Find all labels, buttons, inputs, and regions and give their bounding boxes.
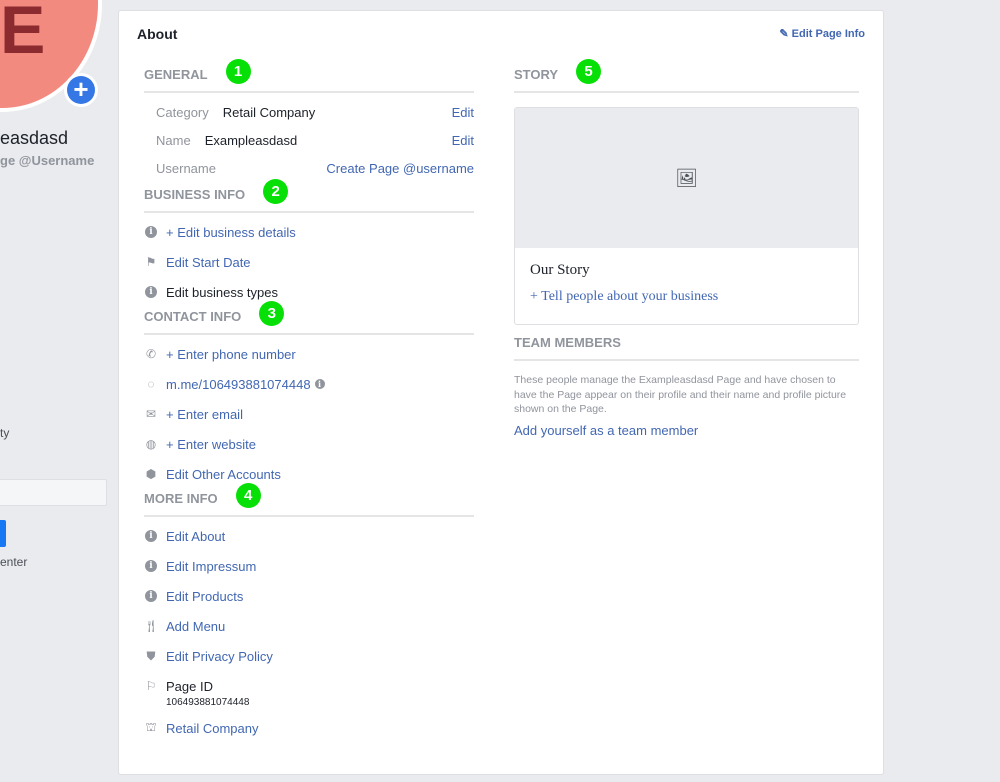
sidebar-input[interactable] — [0, 479, 107, 506]
number-badge: 3 — [259, 301, 285, 327]
page-username-link[interactable]: ge @Username — [0, 153, 94, 168]
number-badge: 4 — [235, 483, 261, 509]
pencil-icon: ✎ — [779, 28, 792, 40]
section-story: STORY 5 — [514, 59, 859, 93]
item-label: + Enter website — [166, 436, 256, 452]
cube-icon: ⬢ — [145, 467, 157, 481]
section-more-info: MORE INFO 4 — [144, 483, 474, 517]
page-id-value: 106493881074448 — [166, 697, 250, 708]
add-photo-icon: 🖼︎ — [675, 167, 698, 188]
fork-knife-icon: 🍴︎ — [143, 619, 159, 633]
category-row: Category Retail Company Edit — [144, 97, 474, 127]
item-label: + Enter email — [166, 406, 243, 422]
item-label: + Edit business details — [166, 224, 296, 240]
phone-icon: ✆ — [145, 347, 157, 361]
edit-name-link[interactable]: Edit — [452, 133, 474, 148]
info-icon: i — [145, 590, 157, 602]
number-badge: 2 — [263, 179, 289, 205]
info-icon: i — [145, 226, 157, 238]
section-business-info: BUSINESS INFO 2 — [144, 179, 474, 213]
globe-icon: ◍ — [145, 437, 157, 451]
sidebar-text[interactable]: ty — [0, 426, 9, 440]
item-label: Edit Start Date — [166, 254, 251, 270]
edit-about-link[interactable]: i Edit About — [144, 521, 474, 551]
edit-products-link[interactable]: i Edit Products — [144, 581, 474, 611]
edit-category-link[interactable]: Edit — [452, 105, 474, 120]
enter-email-link[interactable]: ✉ + Enter email — [144, 399, 474, 429]
team-description: These people manage the Exampleasdasd Pa… — [514, 374, 847, 415]
name-label: Name — [156, 132, 191, 148]
info-icon: i — [145, 560, 157, 572]
section-contact-info: CONTACT INFO 3 — [144, 301, 474, 335]
messenger-icon: ◌ — [147, 377, 155, 391]
flag-outline-icon: ⚐ — [145, 679, 157, 693]
item-label: Edit Privacy Policy — [166, 648, 273, 664]
section-heading: BUSINESS INFO — [144, 187, 246, 202]
info-icon[interactable]: i — [314, 379, 325, 389]
about-card: About ✎ Edit Page Info GENERAL 1 Category… — [118, 10, 884, 775]
section-team-members: TEAM MEMBERS — [514, 335, 859, 361]
edit-page-info-label: Edit Page Info — [791, 28, 865, 40]
section-heading: MORE INFO — [144, 491, 218, 506]
store-icon: ⛫ — [145, 720, 157, 734]
edit-business-details-link[interactable]: i + Edit business details — [144, 217, 474, 247]
info-icon: i — [145, 286, 157, 298]
section-heading: CONTACT INFO — [144, 309, 242, 324]
envelope-icon: ✉ — [145, 407, 157, 421]
page-title: About — [137, 26, 178, 42]
messenger-link[interactable]: ◌ m.me/106493881074448 i — [144, 369, 474, 399]
item-label: Add Menu — [166, 618, 226, 634]
page-name: easdasd — [0, 128, 69, 148]
sidebar-text[interactable]: enter — [0, 555, 27, 569]
item-label: Edit Impressum — [166, 558, 257, 574]
edit-impressum-link[interactable]: i Edit Impressum — [144, 551, 474, 581]
item-label: Edit About — [166, 528, 226, 544]
number-badge: 1 — [225, 59, 251, 85]
edit-start-date-link[interactable]: ⚑ Edit Start Date — [144, 247, 474, 277]
flag-icon: ⚑ — [145, 255, 157, 269]
item-label: Retail Company — [166, 720, 259, 736]
info-icon: i — [145, 530, 157, 542]
add-team-member-link[interactable]: Add yourself as a team member — [514, 423, 859, 438]
enter-website-link[interactable]: ◍ + Enter website — [144, 429, 474, 459]
name-row: Name Exampleasdasd Edit — [144, 127, 474, 153]
username-label: Username — [156, 160, 216, 176]
username-row: Username Create Page @username — [144, 153, 474, 183]
page-id-label: Page ID — [166, 678, 213, 694]
tell-story-link[interactable]: + Tell people about your business — [515, 279, 858, 305]
edit-business-types-link[interactable]: i Edit business types — [144, 277, 474, 307]
item-label: Edit Products — [166, 588, 244, 604]
section-general: GENERAL 1 — [144, 59, 474, 93]
item-label: Edit Other Accounts — [166, 466, 281, 482]
number-badge: 5 — [576, 59, 602, 85]
section-heading: TEAM MEMBERS — [514, 335, 621, 350]
story-image-placeholder[interactable]: 🖼︎ — [515, 108, 858, 248]
category-label: Category — [156, 104, 209, 120]
section-heading: GENERAL — [144, 67, 208, 82]
item-label: m.me/106493881074448 — [166, 376, 311, 392]
add-photo-button[interactable]: + — [64, 73, 98, 107]
edit-other-accounts-link[interactable]: ⬢ Edit Other Accounts — [144, 459, 474, 489]
avatar-letter: E — [0, 0, 46, 68]
item-label: + Enter phone number — [166, 346, 296, 362]
add-menu-link[interactable]: 🍴︎ Add Menu — [143, 611, 474, 641]
enter-phone-link[interactable]: ✆ + Enter phone number — [144, 339, 474, 369]
plus-icon: + — [67, 76, 95, 104]
create-username-link[interactable]: Create Page @username — [326, 161, 474, 176]
sidebar-button[interactable] — [0, 520, 6, 547]
edit-page-info-link[interactable]: ✎ Edit Page Info — [779, 27, 865, 40]
name-value: Exampleasdasd — [204, 132, 298, 148]
section-heading: STORY — [514, 67, 559, 82]
story-title: Our Story — [530, 262, 590, 278]
category-link[interactable]: ⛫ Retail Company — [144, 713, 474, 743]
category-value: Retail Company — [222, 104, 316, 120]
story-card[interactable]: 🖼︎ Our Story + Tell people about your bu… — [514, 107, 859, 325]
edit-privacy-policy-link[interactable]: ⛊ Edit Privacy Policy — [144, 641, 474, 671]
item-label: Edit business types — [166, 284, 279, 300]
shield-icon: ⛊ — [146, 648, 156, 663]
